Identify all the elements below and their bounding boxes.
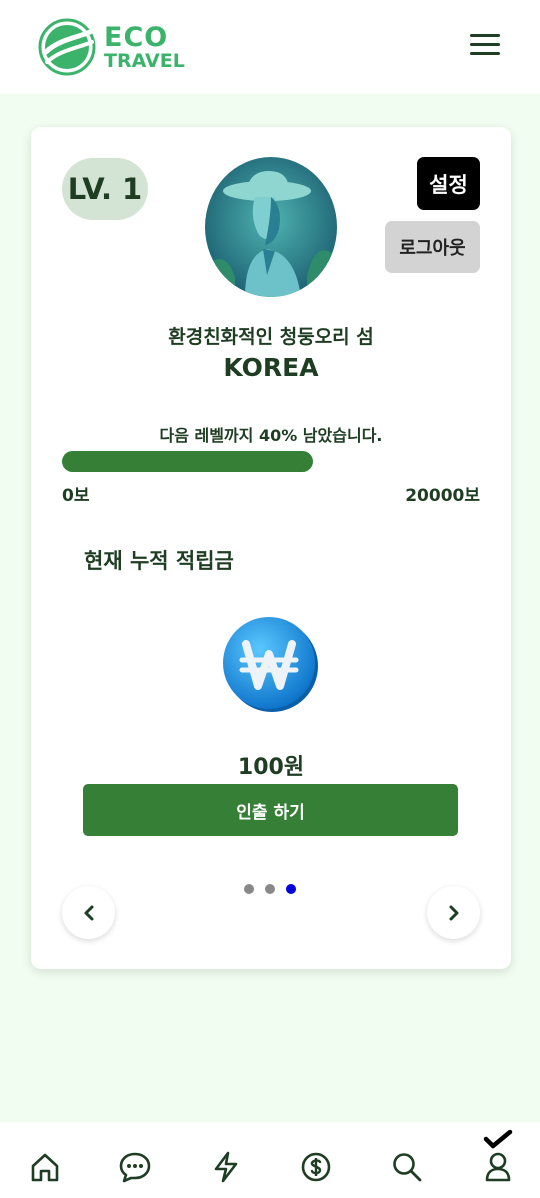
chat-icon (119, 1152, 151, 1183)
nav-activity[interactable] (209, 1150, 243, 1184)
carousel-prev-button[interactable] (62, 886, 115, 939)
nav-chat[interactable] (118, 1150, 152, 1184)
profile-card: LV. 1 설정 로그아웃 환경친화적인 청둥오리 섬 KOREA 다음 레벨까… (31, 127, 511, 969)
nickname: 환경친화적인 청둥오리 섬 (168, 326, 374, 348)
bottom-nav (0, 1122, 540, 1198)
progress-text: 다음 레벨까지 40% 남았습니다. (159, 426, 383, 445)
search-icon (393, 1153, 422, 1182)
carousel-dot[interactable] (244, 884, 254, 894)
hamburger-menu-icon[interactable] (470, 34, 500, 60)
globe-logo-icon (38, 18, 96, 76)
progress-max-label: 20000보 (405, 486, 480, 506)
withdraw-button[interactable]: 인출 하기 (83, 784, 458, 836)
carousel-dot[interactable] (286, 884, 296, 894)
home-icon (31, 1153, 59, 1182)
level-badge: LV. 1 (62, 158, 148, 220)
progress-bar (62, 451, 480, 472)
logout-button[interactable]: 로그아웃 (385, 221, 480, 273)
nav-search[interactable] (390, 1150, 424, 1184)
nav-money[interactable] (299, 1150, 333, 1184)
carousel-dot[interactable] (265, 884, 275, 894)
chevron-right-icon (449, 905, 458, 920)
chevron-left-icon (84, 905, 93, 920)
woman-in-hat-avatar-icon (205, 157, 337, 297)
avatar (205, 157, 337, 297)
won-coin-icon (222, 614, 319, 714)
logo-line2: TRAVEL (104, 49, 185, 72)
carousel-next-button[interactable] (427, 886, 480, 939)
menu-bar (470, 43, 500, 46)
dollar-icon (301, 1152, 331, 1182)
settings-button[interactable]: 설정 (417, 157, 480, 210)
nav-home[interactable] (28, 1150, 62, 1184)
progress-fill (62, 451, 313, 472)
menu-bar (470, 34, 500, 37)
logo-line1: ECO (104, 21, 169, 53)
nav-profile[interactable] (481, 1129, 515, 1186)
app-header: ECO TRAVEL (0, 0, 540, 94)
progress-min-label: 0보 (62, 486, 90, 506)
check-icon (483, 1129, 513, 1149)
carousel-dots (244, 884, 296, 894)
menu-bar (470, 52, 500, 55)
user-icon (483, 1129, 513, 1182)
lightning-icon (214, 1151, 238, 1183)
savings-title: 현재 누적 적립금 (84, 549, 234, 573)
logo-wordmark: ECO TRAVEL (104, 24, 185, 71)
savings-amount: 100원 (237, 755, 305, 780)
country: KOREA (223, 353, 319, 382)
eco-travel-logo[interactable]: ECO TRAVEL (38, 18, 185, 76)
